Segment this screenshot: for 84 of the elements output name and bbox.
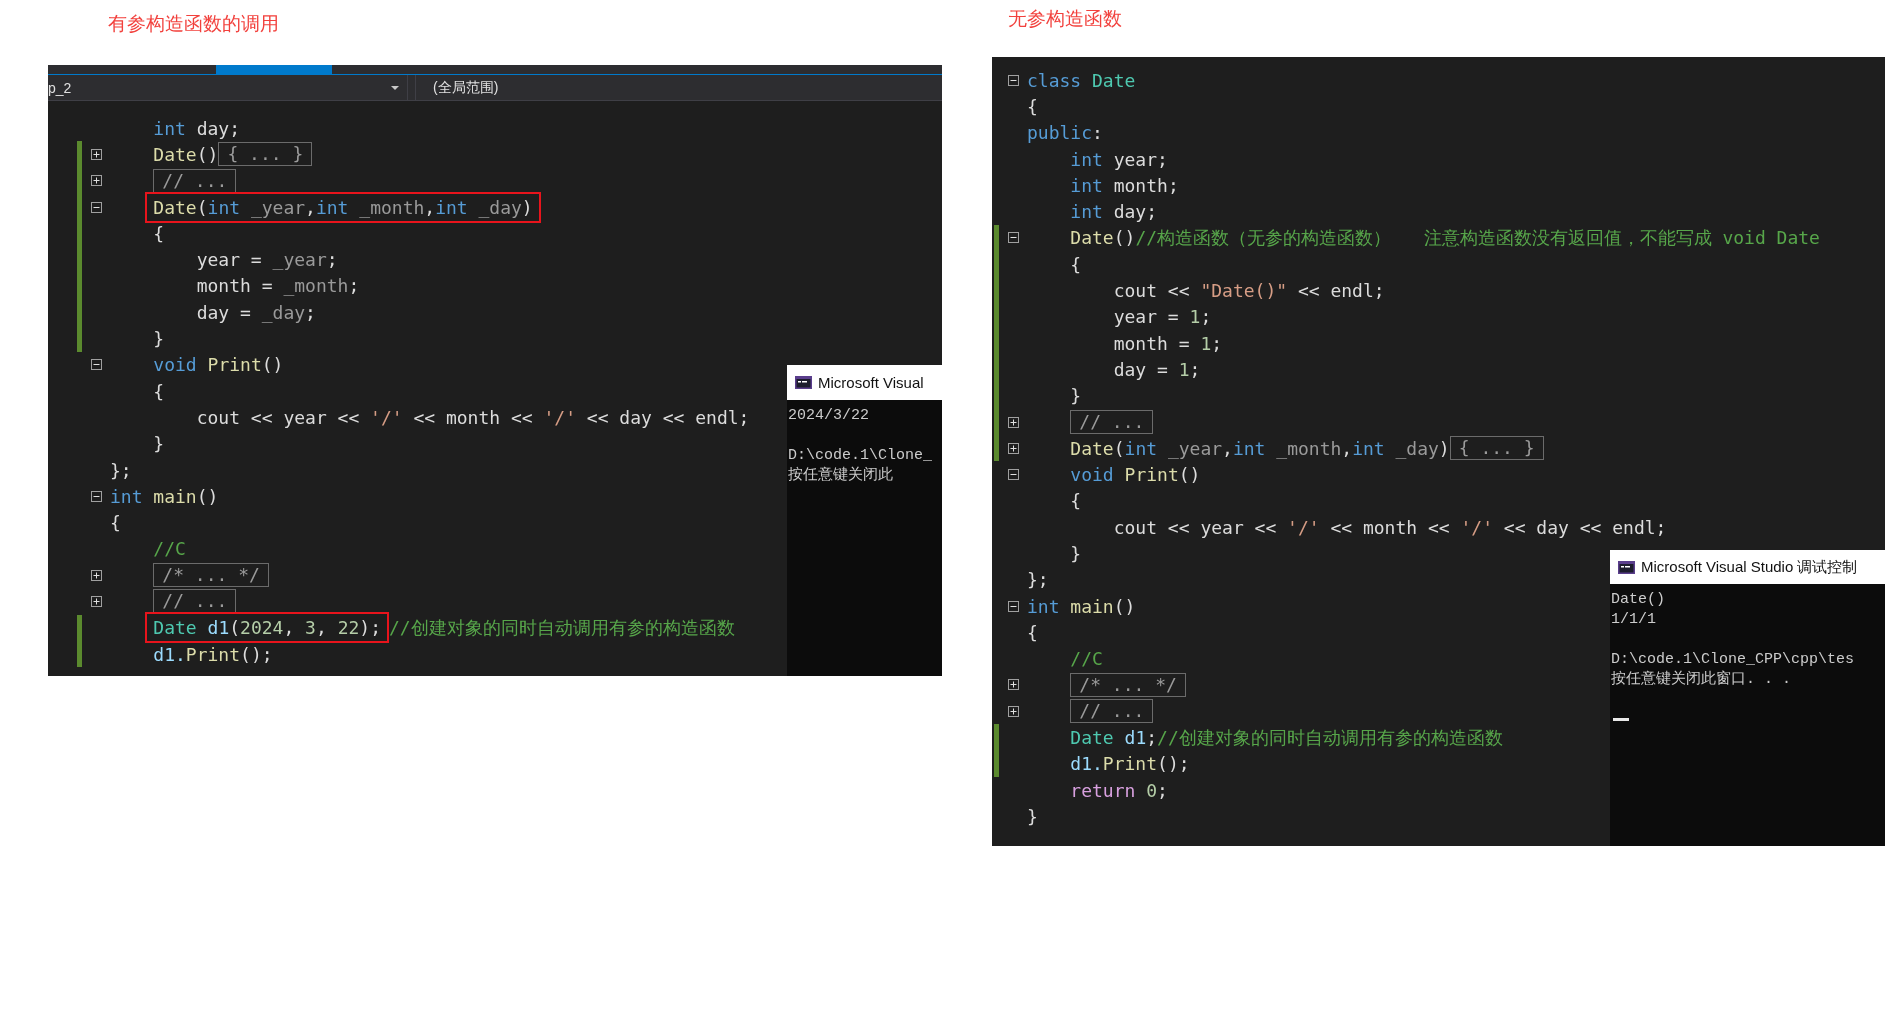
- code-text: int day;: [1070, 201, 1158, 223]
- code-text: month = _month;: [196, 275, 360, 297]
- code-text: day = _day;: [196, 301, 316, 323]
- code-text: }: [1027, 805, 1038, 827]
- console-icon: [795, 376, 812, 389]
- section-caption: 无参构造函数: [1008, 7, 1122, 29]
- collapse-icon[interactable]: [91, 201, 102, 213]
- console-title: Microsoft Visual Studio 调试控制: [1641, 557, 1858, 577]
- code-text: Date(int _year,int _month,int _day): [1070, 437, 1450, 459]
- code-text: {: [1070, 253, 1082, 275]
- code-text: {: [1070, 490, 1082, 512]
- code-text: {: [153, 380, 165, 402]
- code-text: day = 1;: [1113, 358, 1201, 380]
- console-output: 1/1/1: [1611, 610, 1657, 630]
- project-dropdown[interactable]: p_2: [48, 75, 408, 100]
- code-text: }: [1070, 385, 1082, 407]
- code-text: Date d1;//创建对象的同时自动调用有参的构造函数: [1070, 725, 1503, 750]
- code-text: month = 1;: [1113, 332, 1223, 354]
- collapsed-block[interactable]: { ... }: [218, 142, 313, 167]
- collapse-icon[interactable]: [91, 359, 102, 371]
- console-icon: [1618, 560, 1635, 574]
- code-text: //C: [1070, 648, 1103, 670]
- expand-icon[interactable]: [1008, 679, 1019, 691]
- code-text: }: [1070, 543, 1082, 564]
- scope-dropdown[interactable]: (全局范围): [433, 78, 499, 97]
- caret-icon: [391, 85, 399, 90]
- collapsed-block[interactable]: // ...: [153, 589, 237, 614]
- collapsed-block[interactable]: /* ... */: [1070, 672, 1186, 697]
- console-output: Date(): [1611, 590, 1666, 610]
- code-text: class Date: [1027, 69, 1136, 91]
- section-caption: 有参构造函数的调用: [108, 12, 279, 34]
- code-text: int month;: [1070, 174, 1179, 196]
- code-text: //创建对象的同时自动调用有参的构造函数: [389, 615, 735, 640]
- code-text: {: [153, 222, 165, 244]
- console-output: D:\code.1\Clone_CPP\cpp\tes: [1611, 650, 1856, 670]
- code-text: {: [1027, 95, 1038, 117]
- collapse-icon[interactable]: [1008, 74, 1019, 86]
- code-text: Date(int _year,int _month,int _day): [153, 196, 533, 218]
- collapse-icon[interactable]: [1008, 232, 1019, 244]
- collapse-icon[interactable]: [1008, 600, 1019, 612]
- code-text: Date()//构造函数（无参的构造函数） 注意构造函数没有返回值，不能写成 void Date: [1070, 225, 1820, 250]
- code-text: void Print(): [1070, 464, 1201, 486]
- code-text: year = 1;: [1113, 306, 1212, 328]
- code-text: }: [153, 328, 165, 349]
- expand-icon[interactable]: [91, 148, 102, 160]
- code-text: };: [110, 459, 132, 481]
- expand-icon[interactable]: [91, 569, 102, 581]
- code-text: void Print(): [153, 354, 284, 376]
- code-text: d1.Print();: [153, 643, 273, 665]
- expand-icon[interactable]: [91, 596, 102, 607]
- collapse-icon[interactable]: [1008, 469, 1019, 481]
- console-output: 2024/3/22: [788, 406, 870, 426]
- expand-icon[interactable]: [1008, 416, 1019, 428]
- code-text: //C: [153, 538, 186, 560]
- code-text: year = _year;: [196, 249, 338, 271]
- code-text: int main(): [1027, 595, 1136, 617]
- code-text: };: [1027, 569, 1049, 591]
- code-text: Date d1(2024, 3, 22);: [153, 617, 381, 639]
- code-text: }: [153, 433, 165, 455]
- collapsed-block[interactable]: // ...: [1070, 410, 1154, 434]
- collapsed-block[interactable]: { ... }: [1449, 436, 1544, 461]
- console-title: Microsoft Visual: [818, 374, 924, 391]
- collapsed-block[interactable]: // ...: [1070, 699, 1154, 724]
- code-text: int day;: [153, 117, 241, 139]
- code-text: int year;: [1070, 148, 1168, 170]
- code-text: Date(): [153, 143, 219, 165]
- console-output: 按任意键关闭此: [788, 466, 894, 486]
- console-output: D:\code.1\Clone_: [788, 446, 934, 466]
- code-text: cout << "Date()" << endl;: [1113, 280, 1385, 301]
- code-text: return 0;: [1070, 779, 1168, 801]
- collapsed-block[interactable]: /* ... */: [153, 563, 269, 588]
- expand-icon[interactable]: [1008, 705, 1019, 717]
- expand-icon[interactable]: [91, 175, 102, 187]
- expand-icon[interactable]: [1008, 442, 1019, 454]
- code-text: public:: [1027, 122, 1103, 144]
- collapsed-block[interactable]: // ...: [153, 168, 237, 193]
- code-text: cout << year << '/' << month << '/' << day << endl;: [196, 406, 750, 428]
- console-output: 按任意键关闭此窗口. . .: [1611, 670, 1792, 690]
- code-text: int main(): [110, 485, 219, 507]
- code-text: cout << year << '/' << month << '/' << day << endl;: [1113, 516, 1667, 538]
- code-text: {: [1027, 621, 1038, 643]
- code-text: {: [110, 512, 121, 534]
- collapse-icon[interactable]: [91, 490, 102, 502]
- code-text: d1.Print();: [1070, 753, 1190, 775]
